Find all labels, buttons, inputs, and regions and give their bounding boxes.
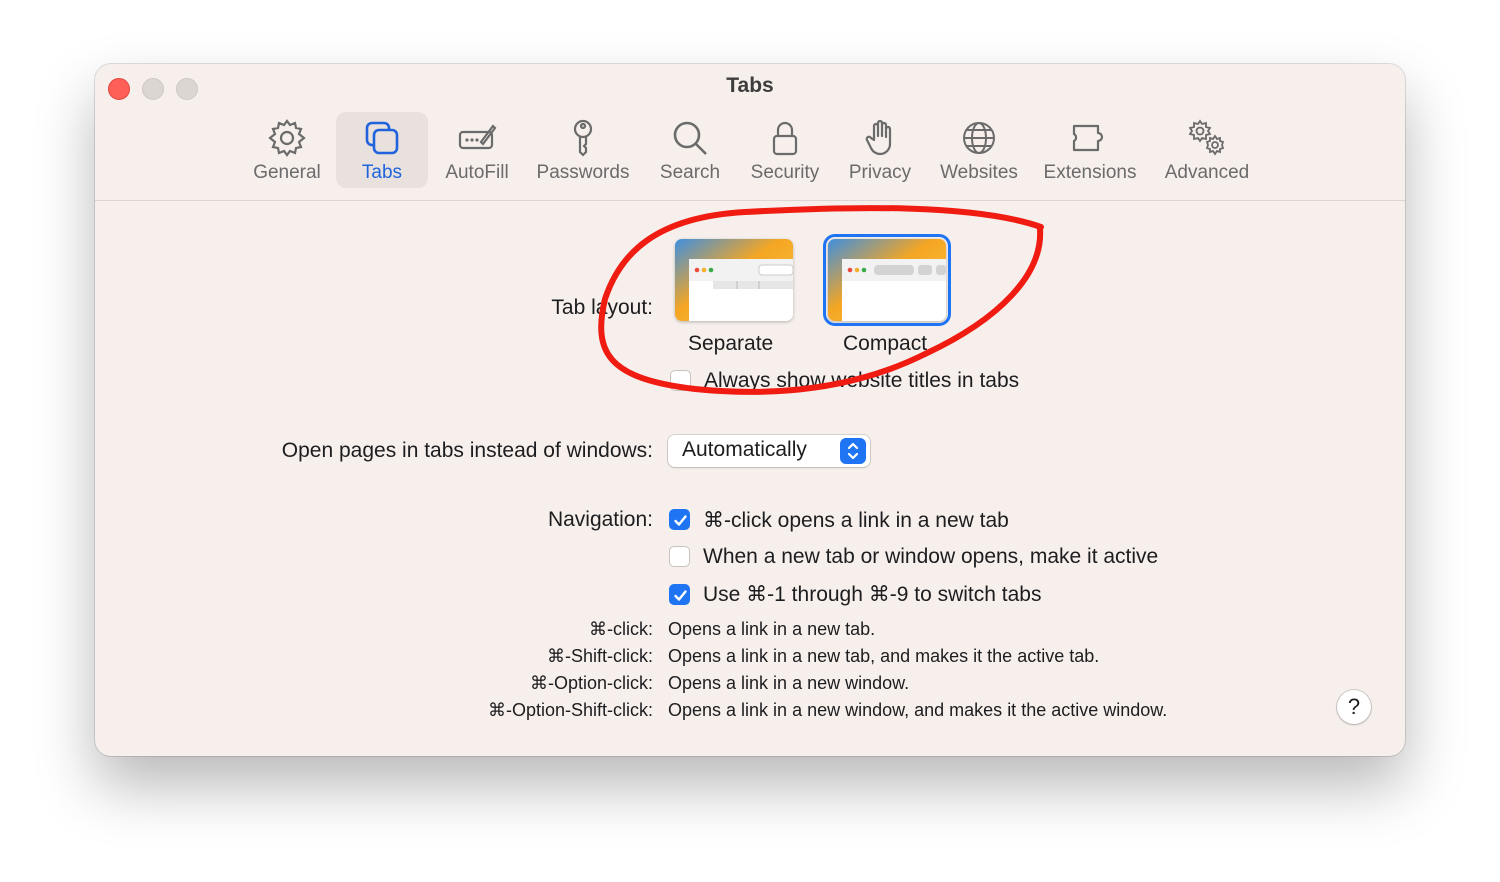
shortcut-key: ⌘-click: [589, 619, 653, 639]
toolbar-item-extensions[interactable]: Extensions [1040, 112, 1140, 188]
compact-layout-preview [828, 239, 946, 321]
toolbar-item-label: Passwords [536, 162, 630, 183]
make-active-label: When a new tab or window opens, make it … [703, 545, 1159, 568]
make-active-checkbox[interactable] [669, 546, 690, 567]
toolbar-item-autofill[interactable]: AutoFill [437, 112, 517, 188]
shortcut-key: ⌘-Option-click: [529, 673, 653, 693]
cmd-click-new-tab-label: ⌘-click opens a link in a new tab [703, 509, 1009, 532]
toolbar-item-search[interactable]: Search [653, 112, 727, 188]
toolbar-item-label: Tabs [361, 162, 403, 183]
cmd-click-new-tab-checkbox[interactable] [669, 509, 690, 530]
toolbar-item-privacy[interactable]: Privacy [844, 112, 916, 188]
toolbar-item-label: Extensions [1043, 162, 1137, 183]
hand-icon [865, 119, 892, 156]
toolbar-item-label: AutoFill [445, 162, 509, 183]
globe-icon [963, 122, 995, 154]
gear-icon [268, 119, 306, 157]
gears-icon [1188, 119, 1225, 156]
chevron-up-down-icon [840, 438, 866, 464]
toolbar-item-security[interactable]: Security [745, 112, 825, 188]
compact-option-label: Compact [843, 332, 928, 355]
window-title: Tabs [726, 74, 774, 97]
cmd-number-switch-tabs-label: Use ⌘-1 through ⌘-9 to switch tabs [703, 583, 1042, 606]
shortcut-description: Opens a link in a new window. [668, 673, 910, 693]
shortcut-description: Opens a link in a new tab, and makes it … [668, 646, 1100, 666]
tab-layout-compact-option[interactable] [823, 234, 951, 326]
toolbar-item-general[interactable]: General [247, 112, 327, 188]
toolbar-item-label: General [253, 162, 321, 183]
toolbar-item-passwords[interactable]: Passwords [532, 112, 634, 188]
toolbar-item-label: Advanced [1164, 162, 1250, 183]
titlebar: Tabs General Tabs AutoFill Passwords Sea… [95, 64, 1405, 201]
toolbar-item-tabs[interactable]: Tabs [336, 112, 428, 188]
key-icon [573, 119, 593, 157]
search-icon [673, 121, 707, 155]
separate-layout-preview [675, 239, 793, 321]
tab-layout-label: Tab layout: [551, 296, 653, 319]
toolbar-item-websites[interactable]: Websites [935, 112, 1023, 188]
lock-icon [772, 121, 798, 156]
puzzle-icon [1072, 124, 1104, 152]
navigation-label: Navigation: [547, 508, 653, 531]
cmd-number-switch-tabs-checkbox[interactable] [669, 584, 690, 605]
toolbar-item-label: Search [659, 162, 721, 183]
help-button[interactable]: ? [1337, 690, 1371, 724]
shortcut-key: ⌘-Option-Shift-click: [487, 700, 653, 720]
checkmark-icon [674, 515, 687, 526]
tab-layout-separate-option[interactable] [675, 239, 793, 321]
separate-option-label: Separate [688, 332, 774, 355]
shortcut-description: Opens a link in a new window, and makes … [668, 700, 1168, 720]
shortcut-key: ⌘-Shift-click: [546, 646, 653, 666]
preferences-window: Tabs General Tabs AutoFill Passwords Sea… [95, 64, 1405, 756]
checkmark-icon [674, 590, 687, 601]
open-pages-select-value: Automatically [682, 438, 807, 461]
toolbar-item-label: Privacy [848, 162, 912, 183]
always-show-titles-label: Always show website titles in tabs [704, 369, 1020, 392]
tabs-icon [365, 121, 399, 155]
autofill-icon [458, 124, 497, 150]
toolbar-item-label: Websites [940, 162, 1018, 183]
toolbar-item-label: Security [750, 162, 820, 183]
shortcut-description: Opens a link in a new tab. [668, 619, 876, 639]
always-show-titles-checkbox[interactable] [670, 370, 691, 391]
open-pages-select[interactable]: Automatically [668, 435, 870, 467]
toolbar-item-advanced[interactable]: Advanced [1159, 112, 1255, 188]
open-pages-label: Open pages in tabs instead of windows: [281, 439, 653, 462]
